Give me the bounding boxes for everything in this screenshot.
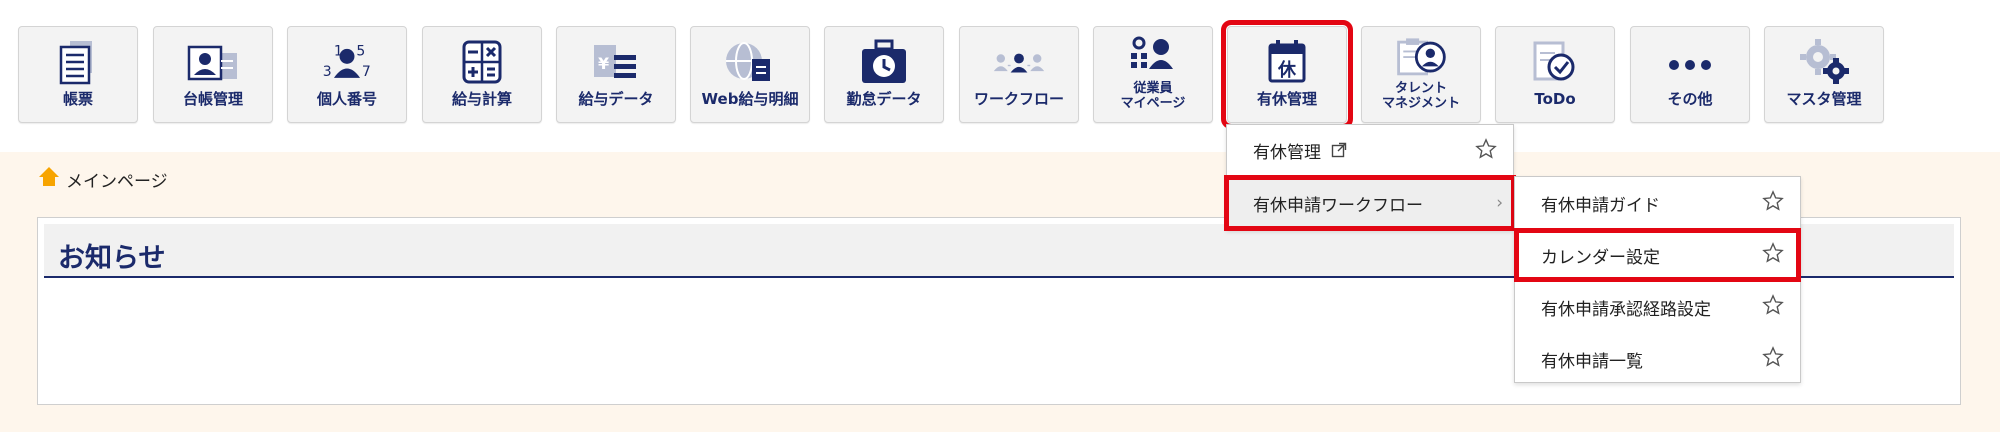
- talent-clipboard-icon: [1393, 35, 1449, 81]
- menu-tile-label: 個人番号: [316, 90, 377, 108]
- more-dots-icon: [1662, 37, 1718, 87]
- document-list-icon: [50, 37, 106, 87]
- svg-text:¥: ¥: [598, 54, 609, 73]
- menu-tile-reports[interactable]: 帳票: [18, 26, 138, 123]
- menu-tile-label: その他: [1667, 90, 1713, 108]
- submenu-item-approval-route-settings[interactable]: 有休申請承認経路設定: [1515, 281, 1800, 333]
- submenu-item-label: カレンダー設定: [1541, 247, 1660, 268]
- menu-tile-web-payslip[interactable]: Web給与明細: [690, 26, 810, 123]
- dropdown-item-label: 有休申請ワークフロー: [1253, 195, 1423, 216]
- home-icon[interactable]: [38, 166, 60, 193]
- menu-tile-label: 勤怠データ: [846, 90, 922, 108]
- submenu-item-leave-request-list[interactable]: 有休申請一覧: [1515, 333, 1800, 385]
- dropdown-item-leave-request-workflow[interactable]: 有休申請ワークフロー ›: [1224, 175, 1516, 231]
- menu-tile-others[interactable]: その他: [1630, 26, 1750, 123]
- menu-tile-label: ワークフロー: [973, 90, 1064, 108]
- svg-text:7: 7: [362, 64, 371, 80]
- submenu-item-label: 有休申請承認経路設定: [1541, 299, 1711, 320]
- menu-tile-label: 有休管理: [1256, 90, 1317, 108]
- person-number-icon: 1 5 3 7: [319, 37, 375, 87]
- favorite-star-icon[interactable]: [1475, 138, 1497, 165]
- notice-title: お知らせ: [58, 243, 166, 274]
- breadcrumb: メインページ: [38, 166, 168, 193]
- chevron-right-icon: ›: [1496, 193, 1503, 213]
- menu-tile-payroll-calc[interactable]: 給与計算: [422, 26, 542, 123]
- menu-tile-label: 給与計算: [451, 90, 512, 108]
- menu-tile-label: 台帳管理: [182, 90, 243, 108]
- menu-tile-employee-mypage[interactable]: 従業員 マイページ: [1093, 26, 1213, 123]
- dropdown-item-label: 有休管理: [1253, 142, 1321, 163]
- calculator-icon: [454, 37, 510, 87]
- menu-tile-attendance-data[interactable]: 勤怠データ: [824, 26, 944, 123]
- clock-briefcase-icon: [856, 37, 912, 87]
- menu-tile-master-management[interactable]: マスタ管理: [1764, 26, 1884, 123]
- menu-tile-talent-management[interactable]: タレント マネジメント: [1361, 26, 1481, 123]
- menu-tile-label: Web給与明細: [701, 90, 799, 108]
- submenu-item-leave-request-guide[interactable]: 有休申請ガイド: [1515, 177, 1800, 229]
- svg-text:5: 5: [356, 43, 365, 59]
- top-menu-bar: 帳票 台帳管理 1 5 3 7 個人番号 給与計算 ¥ 給与データ Web給与明…: [0, 0, 2000, 152]
- people-flow-icon: [991, 37, 1047, 87]
- menu-tile-label: タレント マネジメント: [1381, 81, 1460, 111]
- gears-icon: [1796, 37, 1852, 87]
- svg-text:3: 3: [323, 64, 332, 80]
- yen-list-icon: ¥: [588, 37, 644, 87]
- todo-check-icon: [1527, 37, 1583, 87]
- breadcrumb-link-main[interactable]: メインページ: [66, 167, 168, 192]
- menu-tile-label: マスタ管理: [1786, 90, 1862, 108]
- submenu-item-label: 有休申請ガイド: [1541, 195, 1660, 216]
- menu-tile-personal-number[interactable]: 1 5 3 7 個人番号: [287, 26, 407, 123]
- menu-tile-label: 給与データ: [578, 90, 654, 108]
- menu-tile-paid-leave[interactable]: 休 有休管理: [1221, 20, 1353, 129]
- dropdown-item-paid-leave-management[interactable]: 有休管理: [1227, 125, 1513, 175]
- menu-tile-payroll-data[interactable]: ¥ 給与データ: [556, 26, 676, 123]
- favorite-star-icon[interactable]: [1762, 346, 1784, 373]
- id-card-icon: [185, 37, 241, 87]
- submenu-item-label: 有休申請一覧: [1541, 351, 1643, 372]
- employee-page-icon: [1125, 35, 1181, 81]
- calendar-glyph: 休: [1277, 59, 1297, 81]
- favorite-star-icon[interactable]: [1762, 242, 1784, 269]
- favorite-star-icon[interactable]: [1762, 294, 1784, 321]
- favorite-star-icon[interactable]: [1762, 190, 1784, 217]
- submenu-item-calendar-settings[interactable]: カレンダー設定: [1514, 228, 1801, 282]
- paid-leave-dropdown: 有休管理 有休申請ワークフロー ›: [1224, 124, 1516, 231]
- external-link-icon: [1331, 142, 1347, 158]
- menu-tile-label: ToDo: [1534, 90, 1576, 108]
- menu-tile-todo[interactable]: ToDo: [1495, 26, 1615, 123]
- menu-tile-ledger[interactable]: 台帳管理: [153, 26, 273, 123]
- menu-tile-label: 帳票: [62, 90, 93, 108]
- menu-tile-workflow[interactable]: ワークフロー: [959, 26, 1079, 123]
- menu-tile-label: 従業員 マイページ: [1120, 81, 1186, 111]
- workflow-submenu: 有休申請ガイド カレンダー設定 有休申請承認経路設定 有休申請一覧: [1514, 176, 1801, 383]
- globe-document-icon: [722, 37, 778, 87]
- calendar-leave-icon: 休: [1259, 37, 1315, 87]
